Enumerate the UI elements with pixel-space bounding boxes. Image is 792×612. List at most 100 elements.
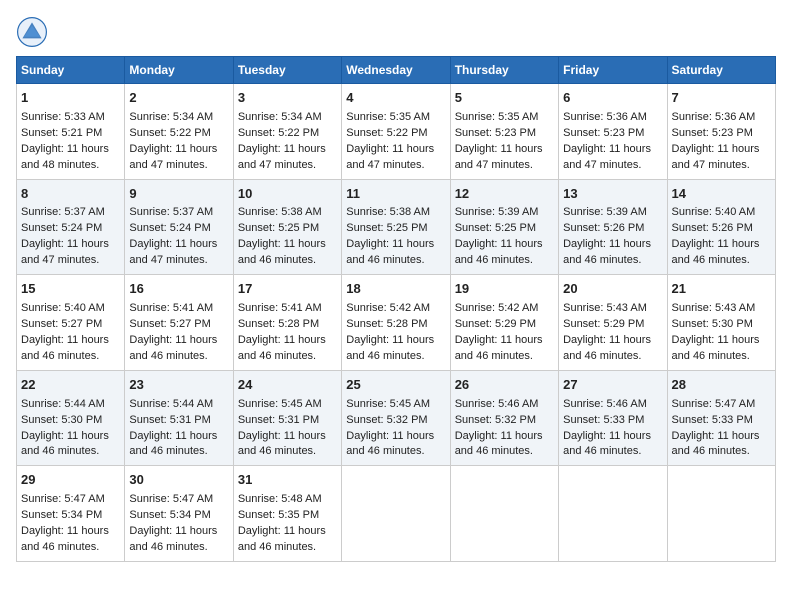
day-number: 29	[21, 471, 120, 490]
sunrise-time: Sunrise: 5:42 AM	[346, 302, 430, 314]
sunset-time: Sunset: 5:31 PM	[238, 414, 319, 426]
sunset-time: Sunset: 5:33 PM	[672, 414, 753, 426]
sunrise-time: Sunrise: 5:40 AM	[21, 302, 105, 314]
sunset-time: Sunset: 5:27 PM	[21, 318, 102, 330]
calendar-cell: 14 Sunrise: 5:40 AM Sunset: 5:26 PM Dayligh…	[667, 179, 775, 275]
sunset-time: Sunset: 5:23 PM	[455, 127, 536, 139]
daylight-hours: Daylight: 11 hours and 46 minutes.	[455, 334, 543, 362]
day-number: 5	[455, 89, 554, 108]
sunrise-time: Sunrise: 5:43 AM	[672, 302, 756, 314]
calendar-cell: 2Sunrise: 5:34 AMSunset: 5:22 PMDaylight…	[125, 84, 233, 180]
daylight-hours: Daylight: 11 hours and 46 minutes.	[672, 430, 760, 458]
day-number: 2	[129, 89, 228, 108]
sunset-time: Sunset: 5:26 PM	[563, 222, 644, 234]
logo	[16, 16, 52, 48]
daylight-hours: Daylight: 11 hours and 47 minutes.	[129, 238, 217, 266]
daylight-hours: Daylight: 11 hours and 47 minutes.	[21, 238, 109, 266]
sunset-time: Sunset: 5:34 PM	[21, 509, 102, 521]
calendar-cell: 7Sunrise: 5:36 AMSunset: 5:23 PMDaylight…	[667, 84, 775, 180]
calendar-cell: 11Sunrise: 5:38 AMSunset: 5:25 PMDayligh…	[342, 179, 450, 275]
sunset-time: Sunset: 5:24 PM	[21, 222, 102, 234]
calendar-cell: 27Sunrise: 5:46 AMSunset: 5:33 PMDayligh…	[559, 370, 667, 466]
daylight-hours: Daylight: 11 hours and 47 minutes.	[346, 143, 434, 171]
sunrise-time: Sunrise: 5:38 AM	[238, 206, 322, 218]
daylight-hours: Daylight: 11 hours and 46 minutes.	[129, 334, 217, 362]
day-number: 15	[21, 280, 120, 299]
day-number: 30	[129, 471, 228, 490]
sunset-time: Sunset: 5:22 PM	[129, 127, 210, 139]
sunset-time: Sunset: 5:27 PM	[129, 318, 210, 330]
sunrise-time: Sunrise: 5:44 AM	[129, 398, 213, 410]
sunrise-time: Sunrise: 5:37 AM	[21, 206, 105, 218]
calendar-week-row: 1 Sunrise: 5:33 AM Sunset: 5:21 PM Daylight…	[17, 84, 776, 180]
calendar-cell: 19Sunrise: 5:42 AMSunset: 5:29 PMDayligh…	[450, 275, 558, 371]
calendar-cell: 17Sunrise: 5:41 AMSunset: 5:28 PMDayligh…	[233, 275, 341, 371]
day-number: 20	[563, 280, 662, 299]
calendar-cell: 8 Sunrise: 5:37 AM Sunset: 5:24 PM Daylight…	[17, 179, 125, 275]
daylight-hours: Daylight: 11 hours and 47 minutes.	[563, 143, 651, 171]
day-number: 28	[672, 376, 771, 395]
calendar-cell: 9Sunrise: 5:37 AMSunset: 5:24 PMDaylight…	[125, 179, 233, 275]
sunrise-time: Sunrise: 5:47 AM	[129, 493, 213, 505]
calendar-cell: 5Sunrise: 5:35 AMSunset: 5:23 PMDaylight…	[450, 84, 558, 180]
sunrise-time: Sunrise: 5:33 AM	[21, 111, 105, 123]
day-number: 9	[129, 185, 228, 204]
sunset-time: Sunset: 5:33 PM	[563, 414, 644, 426]
column-header-sunday: Sunday	[17, 57, 125, 84]
sunrise-time: Sunrise: 5:43 AM	[563, 302, 647, 314]
sunrise-time: Sunrise: 5:48 AM	[238, 493, 322, 505]
daylight-hours: Daylight: 11 hours and 46 minutes.	[346, 430, 434, 458]
calendar-week-row: 29Sunrise: 5:47 AMSunset: 5:34 PMDayligh…	[17, 466, 776, 562]
logo-icon	[16, 16, 48, 48]
calendar-cell: 22Sunrise: 5:44 AMSunset: 5:30 PMDayligh…	[17, 370, 125, 466]
calendar-cell: 30Sunrise: 5:47 AMSunset: 5:34 PMDayligh…	[125, 466, 233, 562]
calendar-week-row: 22Sunrise: 5:44 AMSunset: 5:30 PMDayligh…	[17, 370, 776, 466]
sunset-time: Sunset: 5:25 PM	[346, 222, 427, 234]
calendar-cell: 15 Sunrise: 5:40 AM Sunset: 5:27 PM Dayligh…	[17, 275, 125, 371]
sunset-time: Sunset: 5:28 PM	[346, 318, 427, 330]
daylight-hours: Daylight: 11 hours and 46 minutes.	[21, 334, 109, 362]
calendar-cell: 20Sunrise: 5:43 AMSunset: 5:29 PMDayligh…	[559, 275, 667, 371]
sunset-time: Sunset: 5:23 PM	[563, 127, 644, 139]
day-number: 27	[563, 376, 662, 395]
day-number: 25	[346, 376, 445, 395]
daylight-hours: Daylight: 11 hours and 46 minutes.	[238, 238, 326, 266]
sunrise-time: Sunrise: 5:45 AM	[238, 398, 322, 410]
daylight-hours: Daylight: 11 hours and 46 minutes.	[129, 430, 217, 458]
column-header-tuesday: Tuesday	[233, 57, 341, 84]
sunset-time: Sunset: 5:34 PM	[129, 509, 210, 521]
calendar-cell: 4Sunrise: 5:35 AMSunset: 5:22 PMDaylight…	[342, 84, 450, 180]
sunset-time: Sunset: 5:21 PM	[21, 127, 102, 139]
calendar-cell	[667, 466, 775, 562]
calendar-cell: 29Sunrise: 5:47 AMSunset: 5:34 PMDayligh…	[17, 466, 125, 562]
sunrise-time: Sunrise: 5:42 AM	[455, 302, 539, 314]
daylight-hours: Daylight: 11 hours and 47 minutes.	[238, 143, 326, 171]
sunrise-time: Sunrise: 5:40 AM	[672, 206, 756, 218]
column-header-monday: Monday	[125, 57, 233, 84]
sunset-time: Sunset: 5:26 PM	[672, 222, 753, 234]
sunrise-time: Sunrise: 5:36 AM	[563, 111, 647, 123]
daylight-hours: Daylight: 11 hours and 46 minutes.	[238, 334, 326, 362]
daylight-hours: Daylight: 11 hours and 46 minutes.	[21, 430, 109, 458]
day-number: 10	[238, 185, 337, 204]
sunrise-time: Sunrise: 5:44 AM	[21, 398, 105, 410]
daylight-hours: Daylight: 11 hours and 46 minutes.	[238, 430, 326, 458]
day-number: 8	[21, 185, 120, 204]
day-number: 21	[672, 280, 771, 299]
sunrise-time: Sunrise: 5:38 AM	[346, 206, 430, 218]
column-header-wednesday: Wednesday	[342, 57, 450, 84]
column-header-friday: Friday	[559, 57, 667, 84]
calendar-table: SundayMondayTuesdayWednesdayThursdayFrid…	[16, 56, 776, 562]
sunset-time: Sunset: 5:29 PM	[563, 318, 644, 330]
calendar-cell: 21Sunrise: 5:43 AMSunset: 5:30 PMDayligh…	[667, 275, 775, 371]
sunset-time: Sunset: 5:30 PM	[672, 318, 753, 330]
daylight-hours: Daylight: 11 hours and 46 minutes.	[346, 238, 434, 266]
daylight-hours: Daylight: 11 hours and 46 minutes.	[672, 238, 760, 266]
calendar-cell	[342, 466, 450, 562]
day-number: 14	[672, 185, 771, 204]
sunset-time: Sunset: 5:24 PM	[129, 222, 210, 234]
daylight-hours: Daylight: 11 hours and 47 minutes.	[129, 143, 217, 171]
day-number: 7	[672, 89, 771, 108]
day-number: 1	[21, 89, 120, 108]
daylight-hours: Daylight: 11 hours and 47 minutes.	[455, 143, 543, 171]
